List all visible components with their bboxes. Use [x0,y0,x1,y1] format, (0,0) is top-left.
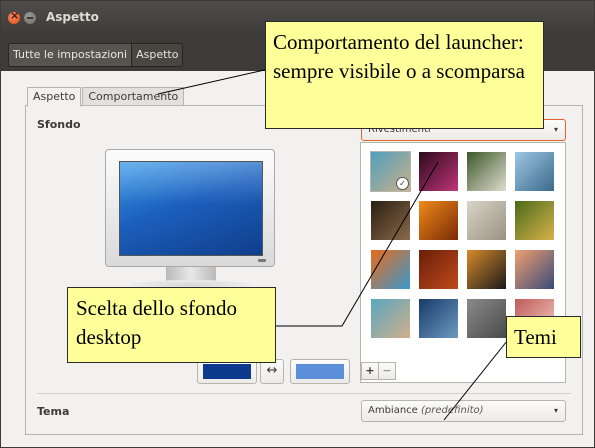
leader-temi [443,335,512,421]
callout-comportamento: Comportamento del launcher: sempre visib… [265,21,544,129]
leader-comportamento [157,68,270,95]
callout-temi-text: Temi [514,325,557,349]
callout-comportamento-text: Comportamento del launcher: sempre visib… [273,30,525,83]
callout-sfondo: Scelta dello sfondo desktop [67,287,276,363]
leader-sfondo [276,161,439,327]
callout-temi: Temi [506,316,581,358]
callout-sfondo-text: Scelta dello sfondo desktop [76,296,237,349]
